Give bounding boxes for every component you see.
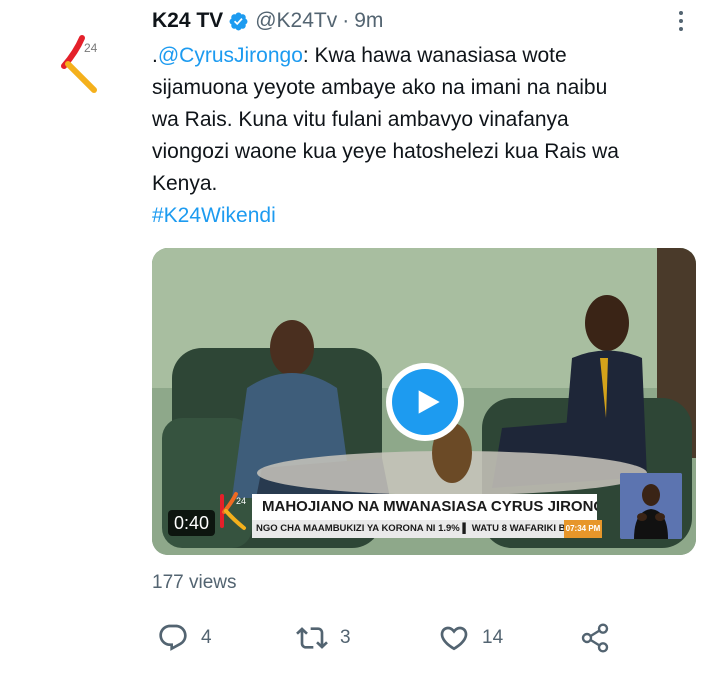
like-button[interactable]: 14 (438, 620, 503, 656)
verified-badge-icon (228, 11, 249, 32)
mention-link[interactable]: @CyrusJirongo (158, 44, 303, 67)
tweet-time[interactable]: 9m (354, 9, 383, 33)
video-duration: 0:40 (168, 510, 216, 536)
avatar[interactable]: 24 (44, 26, 116, 98)
tweet-text: .@CyrusJirongo: Kwa hawa wanasiasa wote … (152, 40, 702, 232)
sign-language-interpreter (620, 473, 682, 539)
separator-dot: · (342, 9, 350, 32)
tweet-text-line: wa Rais. Kuna vitu fulani ambavyo vinafa… (152, 108, 569, 131)
k24-logo-icon: 24 (59, 35, 98, 93)
tweet-text-line: viongozi waone kua yeye hatoshelezi kua … (152, 140, 619, 163)
tweet[interactable]: 24 K24 TV @K24Tv · 9m .@CyrusJirongo: Kw… (0, 0, 711, 682)
reply-count: 4 (201, 627, 212, 648)
play-button[interactable] (386, 363, 464, 441)
share-button[interactable] (579, 620, 611, 656)
retweet-button[interactable]: 3 (296, 620, 351, 656)
tweet-text-line: sijamuona yeyote ambaye ako na imani na … (152, 76, 608, 99)
play-icon (392, 369, 458, 435)
news-ticker: NGO CHA MAAMBUKIZI YA KORONA NI 1.9% ▌ W… (252, 520, 602, 538)
avatar-logo-text: 24 (84, 41, 98, 55)
view-count: 177 views (152, 572, 237, 593)
retweet-icon (296, 627, 328, 649)
hashtag-link[interactable]: #K24Wikendi (152, 200, 702, 232)
lower-third-banner: MAHOJIANO NA MWANASIASA CYRUS JIRONGO (252, 494, 597, 520)
retweet-count: 3 (340, 627, 351, 648)
heart-icon (440, 626, 468, 651)
reply-icon (159, 624, 187, 651)
tweet-header: K24 TV @K24Tv · 9m (152, 6, 383, 36)
tweet-text-line: .@CyrusJirongo: Kwa hawa wanasiasa wote (152, 40, 702, 72)
display-name[interactable]: K24 TV (152, 9, 223, 33)
channel-logo-icon: 24 (220, 492, 246, 530)
share-icon (581, 623, 609, 653)
video-player[interactable]: 24 MAHOJIANO NA MWANASIASA CYRUS JIRONGO… (152, 248, 696, 555)
more-dots-icon (679, 9, 683, 33)
channel-logo-text: 24 (236, 496, 246, 506)
reply-button[interactable]: 4 (157, 620, 212, 656)
ticker-time: 07:34 PM (564, 520, 602, 538)
user-handle[interactable]: @K24Tv (255, 9, 337, 33)
like-count: 14 (482, 627, 504, 648)
more-options-button[interactable] (664, 4, 698, 38)
text-segment: : Kwa hawa wanasiasa wote (302, 44, 567, 67)
tweet-text-line: Kenya. (152, 172, 218, 195)
